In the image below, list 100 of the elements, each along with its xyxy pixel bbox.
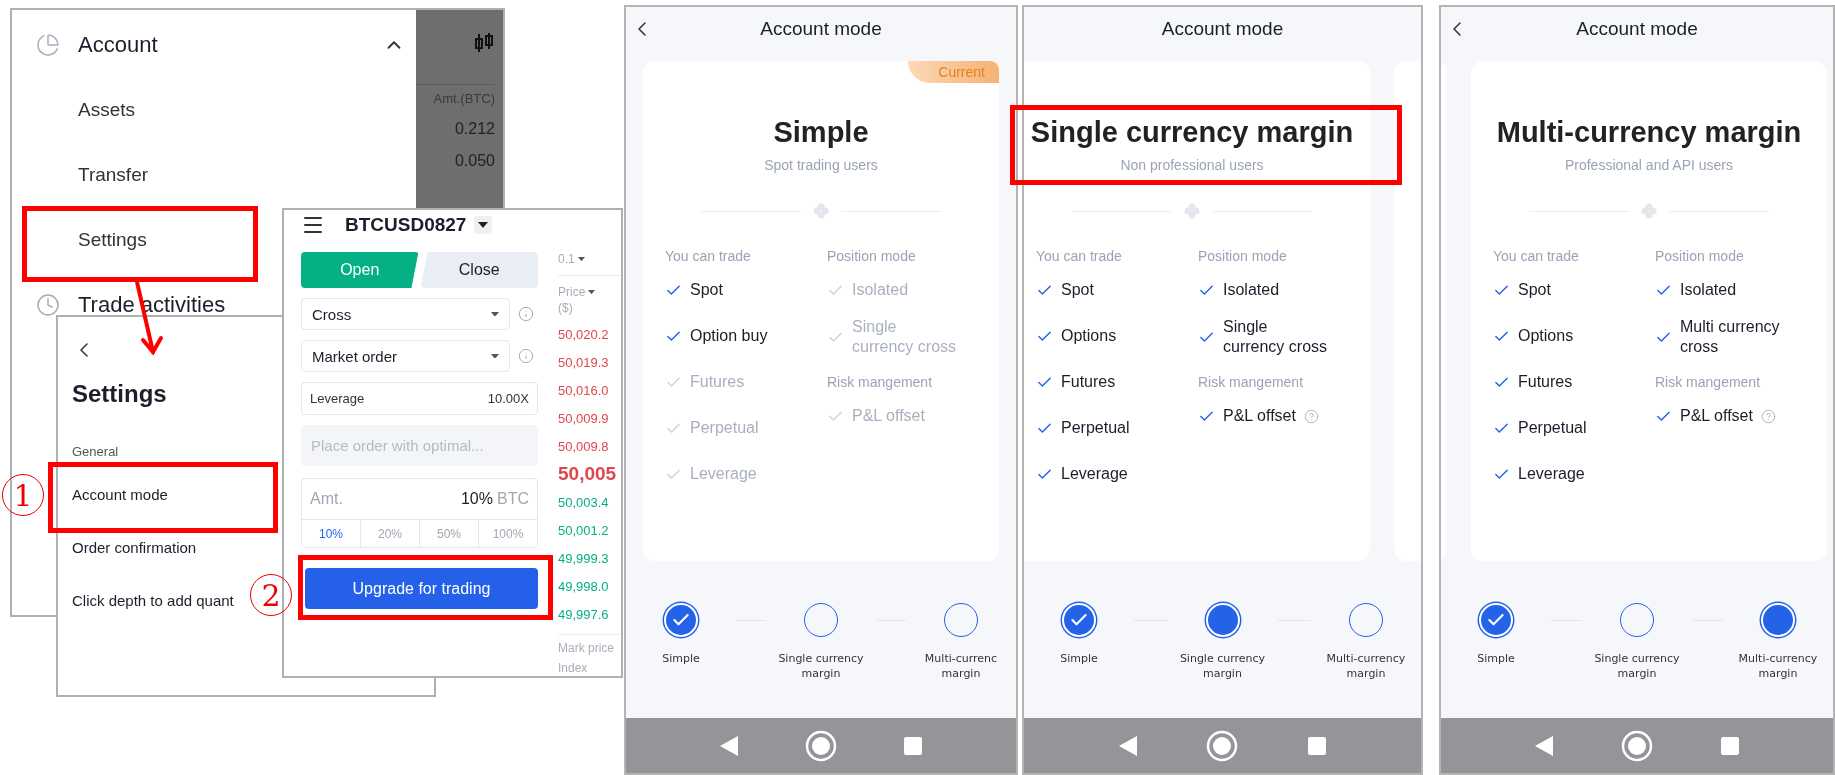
amount-field[interactable]: Amt. 10% BTC 10% 20% 50% 100% [301,478,538,548]
column-heading: Position mode [827,247,917,266]
info-icon[interactable] [518,306,534,322]
mode-title: Single currency margin [1030,116,1354,149]
symbol-name: BTCUSD0827 [345,214,467,236]
square-icon[interactable] [1308,736,1327,755]
group-label: General [72,444,119,460]
home-circle-icon[interactable] [805,729,837,762]
feature-label: P&L offset [1680,406,1753,426]
book-price: 50,020.2 [558,325,610,344]
feature-label: P&L offset [852,406,925,426]
menu-item[interactable]: Transfer [78,163,149,186]
feature-label: Futures [690,372,745,392]
mode-subtitle: Professional and API users [1564,157,1734,173]
feature-label: Leverage [690,464,757,484]
menu-item[interactable]: Assets [78,98,136,121]
feature-label: Isolated [852,280,909,300]
book-price: 50,016.0 [558,381,610,400]
column-heading: You can trade [1036,247,1123,266]
feature-label: Futures [1061,372,1116,392]
step-label: Multi-currency margin [1738,651,1818,681]
amount-value: 0.050 [454,152,495,170]
feature-label: P&L offset [1223,406,1296,426]
home-circle-icon[interactable] [1621,729,1653,762]
feature-label: Option buy [690,326,768,346]
feature-label: Options [1518,326,1574,346]
feature-label: Spot [690,280,723,300]
candlestick-icon[interactable] [473,32,495,54]
settings-option[interactable]: Click depth to add quant [72,592,234,609]
book-price: 49,999.3 [558,549,610,568]
feature-label: Perpetual [1518,418,1587,438]
column-heading: Risk mangement [1198,373,1305,392]
order-input[interactable]: Place order with optimal... [301,425,538,466]
book-price: 50,019.3 [558,353,610,372]
feature-label: Multi currency cross [1680,317,1780,357]
feature-label: Spot [1518,280,1551,300]
feature-label: Options [1061,326,1117,346]
feature-label: Perpetual [690,418,759,438]
amount-value: 0.212 [454,120,495,138]
info-icon[interactable] [518,348,534,364]
feature-label: Single currency cross [1223,317,1328,357]
step-label: Single currency margin [1179,651,1266,681]
caret-down-icon [588,289,596,295]
square-icon[interactable] [1721,736,1739,755]
caret-down-icon [491,353,499,359]
amount-label: Amt. [310,490,343,508]
screen-title: Account mode [759,18,883,40]
feature-label: Leverage [1518,464,1585,484]
book-price: 49,997.6 [558,605,610,624]
feature-label: Leverage [1061,464,1128,484]
caret-down-icon [577,256,585,262]
screen-title: Account mode [1575,18,1699,40]
book-price: 50,001.2 [558,521,610,540]
step-label: Simple [1477,651,1515,666]
menu-item[interactable]: Settings [78,228,147,251]
step-label: Multi-currency margin [1326,651,1406,681]
home-circle-icon[interactable] [1206,729,1239,762]
column-heading: Risk mangement [1655,373,1762,392]
select-field[interactable]: Cross [301,298,510,330]
diamond-icon [1641,203,1657,219]
column-heading: Position mode [1655,247,1745,266]
screen-title: Account mode [1160,18,1285,40]
upgrade-button[interactable]: Upgrade for trading [305,568,538,609]
step-label: Single currency margin [778,651,864,681]
feature-label: Isolated [1223,280,1280,300]
step-label: Multi-currenc margin [924,651,998,681]
caret-down-icon[interactable] [474,216,493,234]
column-heading: You can trade [665,247,752,266]
diamond-icon [813,203,829,219]
book-price: 49,998.0 [558,577,610,596]
current-badge: Current [908,61,999,83]
back-triangle-icon[interactable] [1118,735,1137,756]
last-price: 50,005 [558,462,618,486]
column-unit: ($) [558,300,574,316]
mode-title: Multi-currency margin [1496,116,1802,149]
column-heading: Position mode [1198,247,1288,266]
book-price: 50,009.9 [558,409,610,428]
mode-subtitle: Non professional users [1120,157,1264,173]
caret-down-icon [491,311,499,317]
settings-option[interactable]: Account mode [72,486,168,503]
order-tab[interactable]: Close [420,252,538,288]
column-heading: You can trade [1493,247,1580,266]
feature-label: Single currency cross [852,317,957,357]
menu-section-label[interactable]: Account [78,31,158,58]
book-footer-label: Mark price [558,641,615,655]
diamond-icon [1184,203,1200,219]
step-label: Simple [1060,651,1098,666]
mode-title: Simple [773,116,869,149]
back-triangle-icon[interactable] [1535,735,1553,756]
leverage-field[interactable]: Leverage 10.00X [301,382,538,415]
select-field[interactable]: Market order [301,340,510,372]
amount-unit: BTC [497,490,529,508]
feature-label: Spot [1061,280,1094,300]
book-footer-label: Index [558,661,589,675]
square-icon[interactable] [904,736,923,755]
column-heading: Risk mangement [827,373,934,392]
settings-option[interactable]: Order confirmation [72,539,197,556]
column-header: Price [558,284,586,300]
back-triangle-icon[interactable] [719,735,738,756]
step-label: Simple [662,651,700,666]
